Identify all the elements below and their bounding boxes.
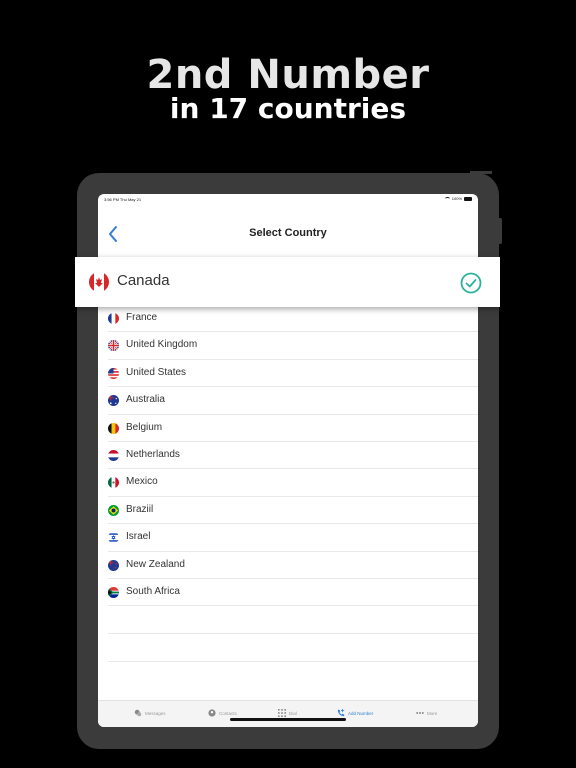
country-label: Israel bbox=[126, 531, 151, 543]
selected-country-label: Canada bbox=[117, 272, 170, 289]
country-label: Braziil bbox=[126, 503, 154, 515]
tab-label: Contacts bbox=[219, 710, 237, 716]
more-icon bbox=[416, 712, 424, 714]
messages-icon bbox=[134, 709, 142, 717]
wifi-icon bbox=[444, 196, 450, 201]
check-circle-icon bbox=[460, 272, 482, 294]
tab-label: Add Number bbox=[348, 710, 374, 716]
country-label: France bbox=[126, 312, 158, 323]
canada-flag-icon bbox=[89, 272, 109, 292]
country-row-belgium[interactable]: Belgium bbox=[108, 415, 478, 442]
country-row-israel[interactable]: Israel bbox=[108, 524, 478, 552]
tab-add-number[interactable]: Add Number bbox=[337, 709, 373, 717]
country-label: Netherlands bbox=[126, 448, 180, 460]
tab-dial[interactable]: Dial bbox=[278, 709, 297, 717]
tab-label: Messages bbox=[145, 710, 166, 716]
tab-label: Dial bbox=[289, 710, 297, 716]
country-row-australia[interactable]: Australia bbox=[108, 387, 478, 415]
battery-percent: 100% bbox=[451, 196, 462, 201]
page-title: Select Country bbox=[249, 227, 327, 239]
contacts-icon bbox=[208, 709, 216, 717]
israel-flag-icon bbox=[108, 532, 119, 544]
tab-bar: Messages Contacts Dial Add Number More bbox=[98, 700, 478, 727]
add-number-icon bbox=[337, 709, 345, 717]
tablet-top-button bbox=[470, 171, 492, 174]
tab-contacts[interactable]: Contacts bbox=[208, 709, 237, 717]
country-label: Belgium bbox=[126, 421, 163, 433]
home-indicator bbox=[230, 718, 346, 721]
country-row-brazil[interactable]: Braziil bbox=[108, 497, 478, 525]
country-label: United States bbox=[126, 366, 187, 378]
country-label: United Kingdom bbox=[126, 339, 198, 351]
country-row-mexico[interactable]: Mexico bbox=[108, 469, 478, 497]
france-flag-icon bbox=[108, 313, 119, 324]
mexico-flag-icon bbox=[108, 477, 119, 489]
country-row-netherlands[interactable]: Netherlands bbox=[108, 442, 478, 470]
empty-row bbox=[108, 634, 478, 663]
tab-messages[interactable]: Messages bbox=[134, 709, 166, 717]
netherlands-flag-icon bbox=[108, 449, 119, 461]
country-label: New Zealand bbox=[126, 558, 185, 570]
belgium-flag-icon bbox=[108, 422, 119, 434]
country-row-us[interactable]: United States bbox=[108, 360, 478, 388]
new-zealand-flag-icon bbox=[108, 559, 119, 571]
australia-flag-icon bbox=[108, 395, 119, 407]
nav-bar: Select Country bbox=[98, 214, 478, 254]
country-label: Australia bbox=[126, 394, 165, 406]
promo-subtitle: in 17 countries bbox=[169, 92, 407, 125]
country-list: France United Kingdom United States Aust… bbox=[98, 305, 478, 663]
dialpad-icon bbox=[278, 709, 286, 717]
selected-country-row-canada[interactable]: Canada bbox=[75, 257, 500, 307]
empty-row bbox=[108, 606, 478, 635]
tab-more[interactable]: More bbox=[416, 709, 437, 717]
country-row-uk[interactable]: United Kingdom bbox=[108, 332, 478, 360]
tab-label: More bbox=[427, 710, 438, 716]
us-flag-icon bbox=[108, 367, 119, 379]
country-row-new-zealand[interactable]: New Zealand bbox=[108, 552, 478, 579]
battery-icon bbox=[464, 196, 472, 201]
tablet-side-button bbox=[499, 218, 502, 244]
uk-flag-icon bbox=[108, 340, 119, 352]
south-africa-flag-icon bbox=[108, 586, 119, 598]
country-row-south-africa[interactable]: South Africa bbox=[108, 579, 478, 607]
status-indicators: 100% bbox=[444, 196, 472, 201]
brazil-flag-icon bbox=[108, 504, 119, 516]
country-label: Mexico bbox=[126, 476, 158, 488]
status-time: 3:56 PM Thu May 21 bbox=[104, 197, 142, 202]
status-bar: 3:56 PM Thu May 21 100% bbox=[98, 194, 478, 204]
country-label: South Africa bbox=[126, 585, 180, 597]
country-row-france[interactable]: France bbox=[108, 305, 478, 333]
